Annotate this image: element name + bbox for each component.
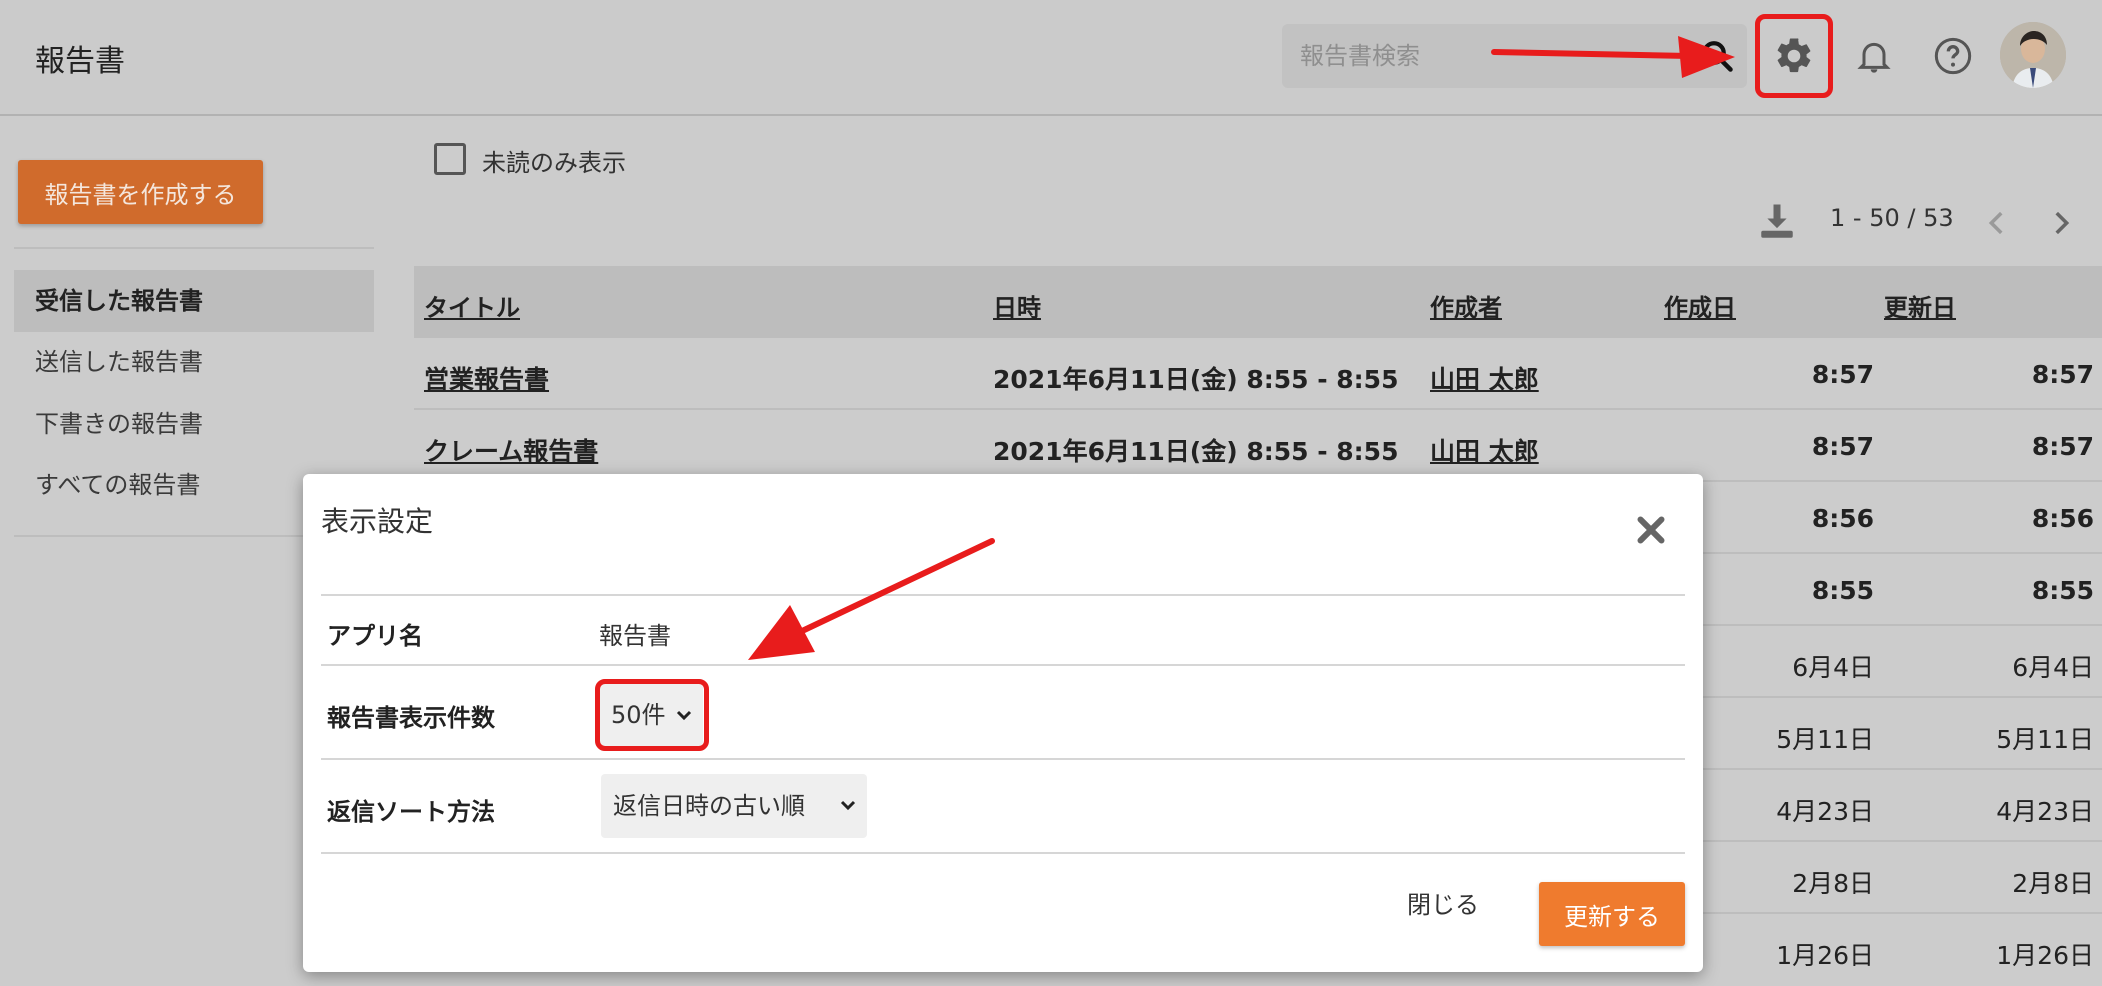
app-name-value: 報告書 xyxy=(599,622,671,650)
notifications-button[interactable] xyxy=(1844,26,1904,86)
avatar[interactable] xyxy=(2000,22,2066,88)
chevron-down-icon xyxy=(840,800,856,811)
report-datetime: 2021年6月11日(金) 8:55 - 8:55 xyxy=(993,365,1399,394)
created-date: 5月11日 xyxy=(1776,725,1874,754)
report-title-link[interactable]: 営業報告書 xyxy=(424,360,549,396)
create-report-button[interactable]: 報告書を作成する xyxy=(18,160,263,224)
dialog-divider xyxy=(321,852,1685,854)
bell-icon xyxy=(1857,42,1891,73)
search-icon[interactable] xyxy=(1699,38,1735,74)
updated-date: 8:56 xyxy=(2031,504,2094,533)
created-date: 6月4日 xyxy=(1792,653,1874,682)
close-button[interactable]: 閉じる xyxy=(1401,884,1485,921)
created-date: 8:55 xyxy=(1811,576,1874,605)
report-datetime: 2021年6月11日(金) 8:55 - 8:55 xyxy=(993,437,1399,466)
display-count-label: 報告書表示件数 xyxy=(327,704,495,732)
column-header-updated[interactable]: 更新日 xyxy=(1884,288,1956,323)
reply-sort-value: 返信日時の古い順 xyxy=(613,792,805,820)
close-icon[interactable] xyxy=(1633,512,1669,548)
search-input[interactable] xyxy=(1298,24,1678,88)
app-title: 報告書 xyxy=(35,44,125,79)
dialog-divider xyxy=(321,594,1685,596)
chevron-left-icon[interactable] xyxy=(1980,206,2014,240)
search-box[interactable] xyxy=(1282,24,1747,88)
column-header-created[interactable]: 作成日 xyxy=(1664,288,1736,323)
highlight-box-display-count xyxy=(595,679,709,751)
user-photo-icon xyxy=(2000,22,2066,88)
unread-only-label: 未読のみ表示 xyxy=(482,149,626,177)
updated-date: 8:57 xyxy=(2031,360,2094,389)
updated-date: 8:55 xyxy=(2031,576,2094,605)
created-date: 1月26日 xyxy=(1776,941,1874,970)
updated-date: 8:57 xyxy=(2031,432,2094,461)
created-date: 8:56 xyxy=(1811,504,1874,533)
reply-sort-select[interactable]: 返信日時の古い順 xyxy=(601,774,867,838)
sidebar-item-drafts[interactable]: 下書きの報告書 xyxy=(14,393,374,455)
updated-date: 5月11日 xyxy=(1996,725,2094,754)
updated-date: 6月4日 xyxy=(2012,653,2094,682)
updated-date: 2月8日 xyxy=(2012,869,2094,898)
created-date: 8:57 xyxy=(1811,432,1874,461)
table-row[interactable]: クレーム報告書 2021年6月11日(金) 8:55 - 8:55 山田 太郎 … xyxy=(414,410,2102,482)
report-title-link[interactable]: クレーム報告書 xyxy=(424,432,598,468)
sidebar-divider xyxy=(14,247,374,249)
dialog-title: 表示設定 xyxy=(321,505,434,538)
highlight-box-gear xyxy=(1755,14,1833,98)
app-name-label: アプリ名 xyxy=(327,622,423,650)
created-date: 4月23日 xyxy=(1776,797,1874,826)
column-header-datetime[interactable]: 日時 xyxy=(993,288,1041,323)
reply-sort-label: 返信ソート方法 xyxy=(327,798,495,826)
dialog-divider xyxy=(321,664,1685,666)
created-date: 2月8日 xyxy=(1792,869,1874,898)
author-link[interactable]: 山田 太郎 xyxy=(1430,432,1539,468)
column-header-title[interactable]: タイトル xyxy=(424,288,520,323)
table-row[interactable]: 営業報告書 2021年6月11日(金) 8:55 - 8:55 山田 太郎 8:… xyxy=(414,338,2102,410)
created-date: 8:57 xyxy=(1811,360,1874,389)
chevron-right-icon[interactable] xyxy=(2044,206,2078,240)
column-header-author[interactable]: 作成者 xyxy=(1430,288,1502,323)
sidebar-item-sent[interactable]: 送信した報告書 xyxy=(14,331,374,393)
help-icon xyxy=(1934,37,1972,75)
display-settings-dialog: 表示設定 アプリ名 報告書 報告書表示件数 50件 返信ソート方法 返信日時の古… xyxy=(303,474,1703,972)
unread-only-checkbox[interactable] xyxy=(434,143,466,175)
author-link[interactable]: 山田 太郎 xyxy=(1430,360,1539,396)
updated-date: 4月23日 xyxy=(1996,797,2094,826)
sidebar-item-received[interactable]: 受信した報告書 xyxy=(14,270,374,332)
help-button[interactable] xyxy=(1923,26,1983,86)
download-icon[interactable] xyxy=(1756,200,1798,244)
table-header: タイトル 日時 作成者 作成日 更新日 xyxy=(414,266,2102,338)
updated-date: 1月26日 xyxy=(1996,941,2094,970)
pagination-text: 1 - 50 / 53 xyxy=(1830,204,1954,232)
dialog-divider xyxy=(321,758,1685,760)
update-button[interactable]: 更新する xyxy=(1539,882,1685,946)
